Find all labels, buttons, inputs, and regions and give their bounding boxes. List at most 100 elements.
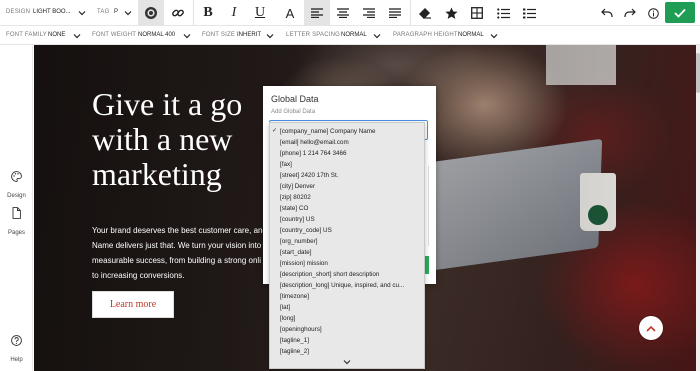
palette-icon (11, 171, 22, 182)
sidebar-label-design: Design (7, 193, 26, 199)
numbered-list-icon (522, 8, 536, 18)
scrollbar-thumb[interactable] (696, 53, 700, 93)
letter-spacing-label: LETTER SPACING (286, 32, 341, 38)
font-weight-select[interactable]: NORMAL 400 (138, 32, 175, 38)
list-icon (496, 7, 510, 19)
align-center-icon (337, 8, 349, 18)
dropdown-option[interactable]: [fax] (270, 159, 424, 170)
chevron-down-icon[interactable] (373, 32, 381, 40)
dropdown-option[interactable]: [tagline_2] (270, 346, 424, 357)
hero-body-line: Your brand deserves the best customer ca… (92, 226, 267, 235)
sidebar-item-pages[interactable]: Pages (0, 207, 33, 239)
clear-format-button[interactable] (412, 0, 438, 26)
scroll-to-top-button[interactable] (639, 316, 663, 340)
save-button[interactable] (665, 2, 695, 23)
chevron-down-icon[interactable] (266, 32, 274, 40)
align-center-button[interactable] (330, 0, 356, 26)
global-data-dropdown[interactable]: [company_name] Company Name [email] hell… (269, 122, 425, 369)
font-size-select[interactable]: INHERIT (237, 32, 261, 38)
text-color-label: A (285, 5, 295, 21)
dropdown-option[interactable]: [openinghours] (270, 324, 424, 335)
dropdown-option[interactable]: [country_code] US (270, 225, 424, 236)
favorite-button[interactable] (438, 0, 464, 26)
dropdown-option[interactable]: [company_name] Company Name (270, 126, 424, 137)
dropdown-option[interactable]: [org_number] (270, 236, 424, 247)
table-button[interactable] (464, 0, 490, 26)
paragraph-height-select[interactable]: NORMAL (458, 32, 484, 38)
dropdown-option[interactable]: [lat] (270, 302, 424, 313)
table-icon (471, 7, 483, 19)
sidebar-item-design[interactable]: Design (0, 171, 33, 202)
panel-title: Global Data (271, 94, 319, 104)
bold-button[interactable]: B (195, 0, 221, 26)
sidebar-label-help: Help (10, 357, 23, 363)
toolbar-divider (193, 0, 194, 26)
undo-icon (601, 8, 613, 17)
dropdown-option[interactable]: [mission] mission (270, 258, 424, 269)
bullet-list-button[interactable] (490, 0, 516, 26)
chevron-down-icon[interactable] (73, 32, 81, 40)
tag-select-label: TAG (97, 9, 110, 15)
dropdown-option[interactable]: [timezone] (270, 291, 424, 302)
dropdown-option[interactable]: [email] hello@email.com (270, 137, 424, 148)
align-left-button[interactable] (304, 0, 330, 26)
toolbar-divider (410, 0, 411, 26)
dropdown-option[interactable]: [description_short] short description (270, 269, 424, 280)
sidebar-label-pages: Pages (7, 230, 25, 236)
underline-label: U (254, 5, 266, 20)
redo-icon (624, 8, 636, 17)
underline-button[interactable]: U (247, 0, 273, 26)
info-icon (647, 7, 659, 19)
link-icon (172, 9, 184, 17)
align-left-icon (311, 8, 323, 18)
dropdown-option[interactable]: [description_long] Unique, inspired, and… (270, 280, 424, 291)
font-family-select[interactable]: NONE (48, 32, 65, 38)
bold-label: B (203, 5, 213, 20)
link-button[interactable] (165, 0, 191, 26)
font-family-label: FONT FAMILY (6, 32, 47, 38)
dropdown-option[interactable]: [long] (270, 313, 424, 324)
italic-button[interactable]: I (221, 0, 247, 26)
dropdown-option[interactable]: [phone] 1 214 764 3466 (270, 148, 424, 159)
left-sidebar: Design Pages Help (0, 45, 33, 371)
palette-icon (145, 7, 157, 19)
chevron-down-icon[interactable] (124, 9, 132, 17)
dropdown-option[interactable]: [street] 2420 17th St. (270, 170, 424, 181)
sidebar-item-help[interactable]: Help (0, 335, 33, 366)
dropdown-option[interactable]: [tagline_1] (270, 335, 424, 346)
top-toolbar: DESIGN LIGHT BOO... TAG P B I U A (0, 0, 700, 26)
design-select[interactable]: LIGHT BOO... (33, 9, 71, 15)
dropdown-option[interactable]: [country] US (270, 214, 424, 225)
dropdown-option[interactable]: [city] Denver (270, 181, 424, 192)
info-button[interactable] (640, 0, 666, 26)
font-settings-bar: FONT FAMILY NONE FONT WEIGHT NORMAL 400 … (0, 26, 700, 45)
check-icon (674, 8, 686, 18)
hero-body-line: measurable success, from building a stro… (92, 256, 261, 265)
letter-spacing-select[interactable]: NORMAL (341, 32, 367, 38)
hero-body-line: Name delivers just that. We turn your vi… (92, 241, 262, 250)
text-color-button[interactable]: A (277, 0, 303, 26)
tag-select[interactable]: P (114, 9, 118, 15)
star-icon (444, 7, 458, 19)
panel-subtitle: Add Global Data (271, 109, 316, 115)
hero-body-line: to increasing conversions. (92, 271, 185, 280)
align-justify-button[interactable] (382, 0, 408, 26)
chevron-down-icon[interactable] (78, 9, 86, 17)
numbered-list-button[interactable] (516, 0, 542, 26)
align-justify-icon (389, 8, 401, 18)
font-size-label: FONT SIZE (202, 32, 236, 38)
align-right-icon (363, 8, 375, 18)
page-scrollbar[interactable] (696, 45, 700, 371)
chevron-down-icon[interactable] (183, 32, 191, 40)
dropdown-option[interactable]: [zip] 80202 (270, 192, 424, 203)
hero-body-text[interactable]: Your brand deserves the best customer ca… (92, 223, 282, 283)
dropdown-option[interactable]: [state] CO (270, 203, 424, 214)
dropdown-option[interactable]: [start_date] (270, 247, 424, 258)
align-right-button[interactable] (356, 0, 382, 26)
design-select-label: DESIGN (6, 9, 31, 15)
learn-more-button[interactable]: Learn more (92, 291, 174, 318)
chevron-down-icon[interactable] (490, 32, 498, 40)
palette-button[interactable] (138, 0, 164, 26)
help-icon (11, 335, 22, 346)
chevron-down-icon[interactable] (342, 358, 352, 366)
